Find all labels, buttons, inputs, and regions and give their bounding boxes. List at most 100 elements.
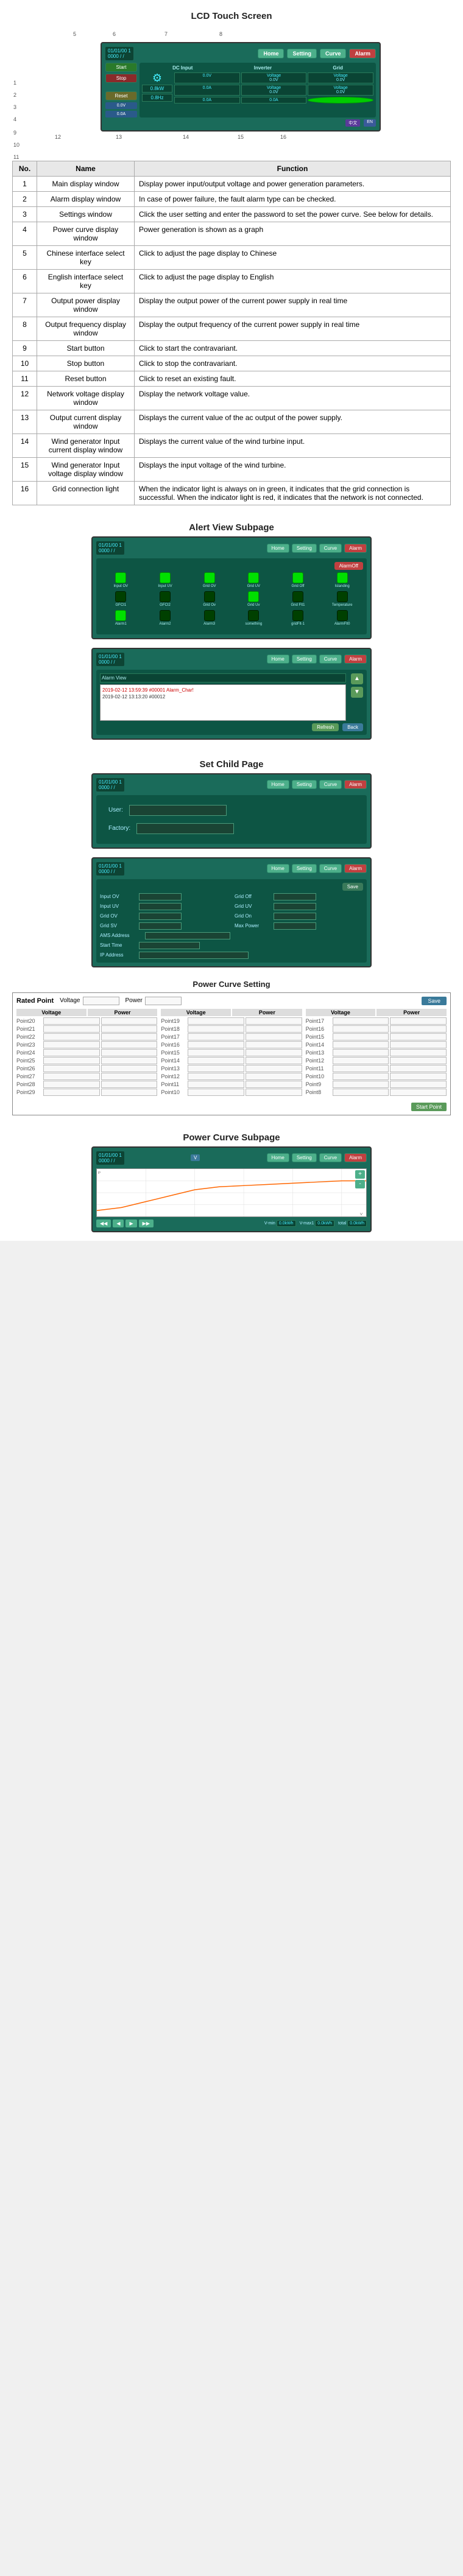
rated-power-input[interactable] bbox=[145, 997, 182, 1005]
lang-en-btn[interactable]: EN bbox=[364, 119, 376, 127]
pc-point-power[interactable] bbox=[246, 1081, 302, 1088]
pc-point-voltage[interactable] bbox=[188, 1049, 244, 1056]
input-ov-input[interactable] bbox=[139, 893, 182, 900]
pc-point-power[interactable] bbox=[246, 1073, 302, 1080]
pc-point-voltage[interactable] bbox=[188, 1041, 244, 1048]
pc-point-power[interactable] bbox=[246, 1057, 302, 1064]
pc-curve-btn[interactable]: Curve bbox=[319, 1153, 342, 1162]
av-home-btn[interactable]: Home bbox=[267, 544, 289, 553]
pc-point-power[interactable] bbox=[390, 1057, 447, 1064]
pc-point-voltage[interactable] bbox=[188, 1057, 244, 1064]
pcurve-nav-right2[interactable]: ▶▶ bbox=[139, 1220, 154, 1227]
pc-point-voltage[interactable] bbox=[188, 1033, 244, 1041]
lcd-setting-btn[interactable]: Setting bbox=[287, 49, 317, 58]
pc-point-voltage[interactable] bbox=[188, 1017, 244, 1025]
pc-home-btn[interactable]: Home bbox=[267, 1153, 289, 1162]
pc-point-voltage[interactable] bbox=[188, 1089, 244, 1096]
pc-point-power[interactable] bbox=[390, 1017, 447, 1025]
alert-refresh-btn[interactable]: Refresh bbox=[312, 723, 339, 731]
lcd-home-btn[interactable]: Home bbox=[258, 49, 284, 58]
max-power-input[interactable] bbox=[274, 922, 316, 930]
stg-curve-btn[interactable]: Curve bbox=[319, 864, 342, 873]
pc-point-voltage[interactable] bbox=[333, 1089, 389, 1096]
ad-home-btn[interactable]: Home bbox=[267, 655, 289, 664]
pc-point-power[interactable] bbox=[101, 1033, 158, 1041]
sc-curve-btn[interactable]: Curve bbox=[319, 780, 342, 789]
pc-save-btn[interactable]: Save bbox=[422, 997, 447, 1005]
ams-addr-input[interactable] bbox=[145, 932, 230, 939]
pc-point-power[interactable] bbox=[101, 1057, 158, 1064]
pc-point-voltage[interactable] bbox=[188, 1065, 244, 1072]
pc-point-power[interactable] bbox=[246, 1049, 302, 1056]
lcd-curve-btn[interactable]: Curve bbox=[320, 49, 347, 58]
pc-point-voltage[interactable] bbox=[188, 1081, 244, 1088]
pcurve-nav-left1[interactable]: ◀◀ bbox=[96, 1220, 111, 1227]
pc-start-point-btn[interactable]: Start Point bbox=[411, 1103, 447, 1111]
pc-point-voltage[interactable] bbox=[43, 1049, 100, 1056]
pc-point-voltage[interactable] bbox=[43, 1073, 100, 1080]
pc-point-power[interactable] bbox=[101, 1081, 158, 1088]
alert-down-btn[interactable]: ▼ bbox=[351, 687, 363, 698]
stop-button[interactable]: Stop bbox=[105, 74, 137, 83]
alert-up-btn[interactable]: ▲ bbox=[351, 673, 363, 684]
user-input[interactable] bbox=[129, 805, 227, 816]
pcurve-zoom-out-btn[interactable]: - bbox=[355, 1180, 365, 1188]
pc-point-power[interactable] bbox=[246, 1089, 302, 1096]
alert-back-btn[interactable]: Back bbox=[342, 723, 363, 731]
pc-point-voltage[interactable] bbox=[43, 1025, 100, 1033]
pc-point-power[interactable] bbox=[246, 1025, 302, 1033]
pc-setting-btn[interactable]: Setting bbox=[292, 1153, 317, 1162]
pc-point-power[interactable] bbox=[390, 1049, 447, 1056]
pc-point-voltage[interactable] bbox=[188, 1073, 244, 1080]
pc-point-power[interactable] bbox=[390, 1025, 447, 1033]
start-time-input[interactable] bbox=[139, 942, 200, 949]
stg-setting-btn[interactable]: Setting bbox=[292, 864, 317, 873]
pc-point-voltage[interactable] bbox=[188, 1025, 244, 1033]
pcurve-nav-right1[interactable]: ▶ bbox=[125, 1220, 136, 1227]
pc-point-power[interactable] bbox=[390, 1065, 447, 1072]
av-curve-btn[interactable]: Curve bbox=[319, 544, 342, 553]
stg-home-btn[interactable]: Home bbox=[267, 864, 289, 873]
grid-sv-input[interactable] bbox=[139, 922, 182, 930]
pc-point-power[interactable] bbox=[101, 1017, 158, 1025]
pc-point-power[interactable] bbox=[246, 1017, 302, 1025]
factory-input[interactable] bbox=[136, 823, 234, 834]
pc-point-power[interactable] bbox=[390, 1041, 447, 1048]
ad-curve-btn[interactable]: Curve bbox=[319, 655, 342, 664]
pc-point-power[interactable] bbox=[246, 1065, 302, 1072]
pc-point-voltage[interactable] bbox=[333, 1073, 389, 1080]
pc-alarm-btn[interactable]: Alarm bbox=[344, 1153, 367, 1162]
pc-point-voltage[interactable] bbox=[333, 1065, 389, 1072]
reset-button[interactable]: Reset bbox=[105, 91, 137, 100]
pc-point-voltage[interactable] bbox=[43, 1057, 100, 1064]
ad-alarm-btn[interactable]: Alarm bbox=[344, 655, 367, 664]
pc-point-power[interactable] bbox=[101, 1041, 158, 1048]
pc-point-voltage[interactable] bbox=[43, 1081, 100, 1088]
pc-point-voltage[interactable] bbox=[333, 1081, 389, 1088]
pc-point-voltage[interactable] bbox=[333, 1057, 389, 1064]
pc-point-voltage[interactable] bbox=[333, 1041, 389, 1048]
pc-point-power[interactable] bbox=[246, 1033, 302, 1041]
pc-point-power[interactable] bbox=[101, 1073, 158, 1080]
pc-point-power[interactable] bbox=[390, 1089, 447, 1096]
start-button[interactable]: Start bbox=[105, 63, 137, 72]
pc-point-power[interactable] bbox=[101, 1065, 158, 1072]
stg-alarm-btn[interactable]: Alarm bbox=[344, 864, 367, 873]
pc-point-voltage[interactable] bbox=[43, 1089, 100, 1096]
pc-point-power[interactable] bbox=[101, 1089, 158, 1096]
pc-point-voltage[interactable] bbox=[43, 1041, 100, 1048]
av-setting-btn[interactable]: Setting bbox=[292, 544, 317, 553]
grid-on-input[interactable] bbox=[274, 913, 316, 920]
ip-addr-input[interactable] bbox=[139, 952, 249, 959]
pcurve-zoom-in-btn[interactable]: + bbox=[355, 1170, 365, 1179]
sc-setting-btn[interactable]: Setting bbox=[292, 780, 317, 789]
pc-point-voltage[interactable] bbox=[333, 1033, 389, 1041]
ad-setting-btn[interactable]: Setting bbox=[292, 655, 317, 664]
pc-point-voltage[interactable] bbox=[43, 1033, 100, 1041]
pc-point-voltage[interactable] bbox=[43, 1065, 100, 1072]
rated-voltage-input[interactable] bbox=[83, 997, 119, 1005]
pc-point-voltage[interactable] bbox=[333, 1025, 389, 1033]
pc-point-power[interactable] bbox=[390, 1081, 447, 1088]
pc-point-power[interactable] bbox=[390, 1033, 447, 1041]
av-alarmoff-btn[interactable]: AlarmOff bbox=[334, 562, 363, 570]
